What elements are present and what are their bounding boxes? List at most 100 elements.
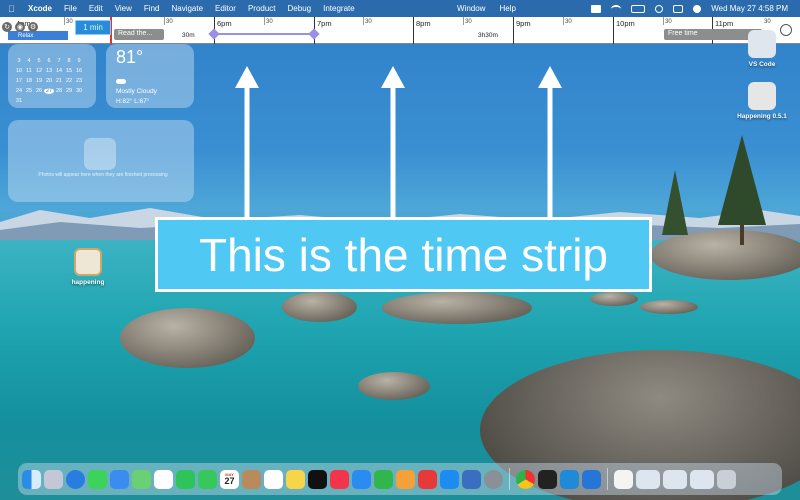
half-hour-tick: [164, 17, 165, 25]
calendar-day: 3: [17, 58, 21, 64]
safari-icon[interactable]: [66, 469, 85, 489]
calendar-day: 9: [77, 58, 81, 64]
calendar-day: 25: [25, 88, 33, 94]
music-icon[interactable]: [330, 469, 349, 489]
half-hour-label: 30: [66, 19, 73, 25]
current-event-bar[interactable]: [8, 31, 68, 40]
screen-record-icon[interactable]: [591, 4, 602, 13]
vscode-icon[interactable]: [560, 469, 579, 489]
half-hour-label: 30: [665, 19, 672, 25]
calendar-day: 12: [35, 68, 43, 74]
calendar-day: 31: [15, 98, 23, 104]
calendar-widget[interactable]: 3 4 5 6 7 8 9 10 11 12 13 14 15 16 17 18 19 20 21 22 23 24 25 2…: [8, 44, 96, 108]
menu-file[interactable]: File: [64, 4, 77, 13]
camera-icon[interactable]: ◉: [15, 22, 25, 32]
control-center-icon[interactable]: [673, 4, 684, 13]
calendar-day: 5: [37, 58, 41, 64]
calendar-day: 4: [27, 58, 31, 64]
event-duration-bar[interactable]: [214, 33, 314, 35]
contacts-icon[interactable]: [242, 469, 261, 489]
phone-icon[interactable]: [198, 469, 217, 489]
desktop-icon-happening-dmg[interactable]: Happening 0.5.1: [730, 82, 794, 120]
refresh-icon[interactable]: ↻: [2, 22, 12, 32]
xcode-icon[interactable]: [582, 469, 601, 489]
menu-product[interactable]: Product: [248, 4, 276, 13]
calendar-day: 26: [35, 88, 43, 94]
hour-tick: [513, 17, 514, 44]
maps-icon[interactable]: [132, 469, 151, 489]
mail-icon[interactable]: [110, 469, 129, 489]
rock: [640, 300, 698, 314]
calendar-day: [64, 98, 74, 104]
desktop-icon-label: happening: [71, 279, 105, 286]
menu-view[interactable]: View: [115, 4, 132, 13]
facetime-icon[interactable]: [176, 469, 195, 489]
settings-icon[interactable]: [484, 469, 503, 489]
photos-app-icon[interactable]: [154, 469, 173, 489]
terminal-icon[interactable]: [538, 469, 557, 489]
weather-temperature: 81°: [116, 47, 144, 67]
reminders-icon[interactable]: [264, 469, 283, 489]
tv-icon[interactable]: [308, 469, 327, 489]
chrome-icon[interactable]: [516, 469, 535, 489]
hour-tick: [413, 17, 414, 44]
calendar-day: 21: [55, 78, 63, 84]
menu-find[interactable]: Find: [144, 4, 160, 13]
calendar-day: 22: [65, 78, 73, 84]
menu-app-name[interactable]: Xcode: [28, 4, 52, 13]
menu-navigate[interactable]: Navigate: [171, 4, 203, 13]
menu-datetime[interactable]: Wed May 27 4:58 PM: [711, 4, 788, 13]
one-min-button[interactable]: 1 min: [75, 20, 111, 35]
half-hour-label: 30: [764, 19, 771, 25]
siri-icon[interactable]: [693, 4, 702, 13]
finder-icon[interactable]: [22, 469, 41, 489]
gear-icon[interactable]: ⚙: [28, 22, 38, 32]
pages-icon[interactable]: [396, 469, 415, 489]
half-hour-label: 30: [365, 19, 372, 25]
trash-icon[interactable]: [717, 469, 736, 489]
menu-integrate[interactable]: Integrate: [323, 4, 355, 13]
calendar-day: 6: [47, 58, 51, 64]
calendar-app-icon[interactable]: MAY 27: [220, 469, 239, 489]
keynote-icon[interactable]: [352, 469, 371, 489]
calendar-day: 15: [65, 68, 73, 74]
half-hour-tick: [264, 17, 265, 25]
calendar-day: 16: [75, 68, 83, 74]
menu-edit[interactable]: Edit: [89, 4, 103, 13]
desktop-icon-vscode[interactable]: VS Code: [740, 30, 784, 68]
menu-help[interactable]: Help: [499, 4, 515, 13]
hour-label: 7pm: [317, 19, 332, 28]
menu-editor[interactable]: Editor: [215, 4, 236, 13]
rock: [120, 308, 255, 368]
half-hour-label: 30: [465, 19, 472, 25]
notes-icon[interactable]: [286, 469, 305, 489]
wifi-icon[interactable]: [611, 4, 622, 13]
time-strip[interactable]: 4pm 30 30 6pm 30 7pm 30 8pm 30 9pm 30 10…: [0, 17, 800, 44]
calendar-day: 17: [15, 78, 23, 84]
calendar-day: 28: [55, 88, 63, 94]
screenshot-thumbnail-icon[interactable]: [690, 469, 714, 489]
menu-window[interactable]: Window: [457, 4, 485, 13]
rock: [382, 292, 532, 324]
hour-label: 8pm: [416, 19, 431, 28]
menu-debug[interactable]: Debug: [288, 4, 312, 13]
photos-icon: [84, 138, 116, 170]
event-read-the[interactable]: Read the...: [114, 29, 164, 40]
testflight-icon[interactable]: [418, 469, 437, 489]
messages-icon[interactable]: [88, 469, 107, 489]
photos-widget[interactable]: Photos will appear here when they are fi…: [8, 120, 194, 202]
simulator-icon[interactable]: [462, 469, 481, 489]
screenshot-thumbnail-icon[interactable]: [663, 469, 687, 489]
pine-tree: [662, 170, 688, 235]
search-icon[interactable]: [655, 4, 664, 13]
half-hour-label: 30: [166, 19, 173, 25]
launchpad-icon[interactable]: [44, 469, 63, 489]
appstore-icon[interactable]: [440, 469, 459, 489]
document-icon[interactable]: [614, 469, 633, 489]
apple-menu-icon[interactable]: : [8, 4, 18, 14]
weather-widget[interactable]: 81° Mostly Cloudy H:82° L:67°: [106, 44, 194, 108]
battery-icon[interactable]: [631, 4, 646, 13]
desktop-icon-happening-app[interactable]: happening: [66, 248, 110, 286]
numbers-icon[interactable]: [374, 469, 393, 489]
screenshot-thumbnail-icon[interactable]: [636, 469, 660, 489]
